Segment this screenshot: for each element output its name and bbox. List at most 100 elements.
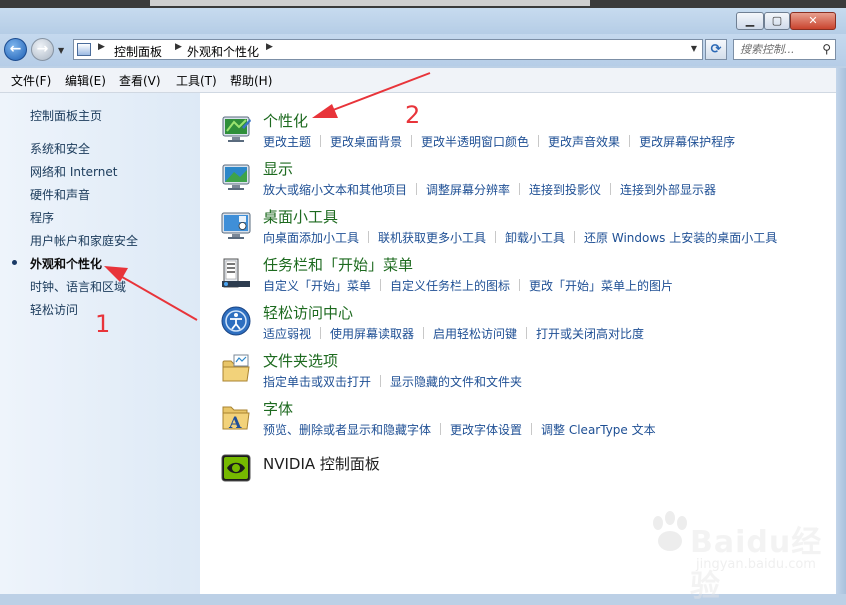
- sidebar-item-user-accounts[interactable]: 用户帐户和家庭安全: [30, 232, 138, 249]
- link-change-screensaver[interactable]: 更改屏幕保护程序: [639, 135, 735, 149]
- link-get-more-gadgets[interactable]: 联机获取更多小工具: [378, 231, 486, 245]
- link-screen-resolution[interactable]: 调整屏幕分辨率: [426, 183, 510, 197]
- link-separator: [495, 231, 497, 243]
- forward-arrow-icon: →: [36, 41, 49, 57]
- sidebar-item-network[interactable]: 网络和 Internet: [30, 163, 117, 180]
- nvidia-icon[interactable]: [220, 452, 252, 484]
- ease-of-access-links: 适应弱视 使用屏幕读取器 启用轻松访问键 打开或关闭高对比度: [263, 325, 644, 342]
- link-change-theme[interactable]: 更改主题: [263, 135, 311, 149]
- category-title-personalization[interactable]: 个性化: [263, 110, 308, 131]
- link-connect-projector[interactable]: 连接到投影仪: [529, 183, 601, 197]
- link-zoom-text[interactable]: 放大或缩小文本和其他项目: [263, 183, 407, 197]
- link-single-double-click[interactable]: 指定单击或双击打开: [263, 375, 371, 389]
- link-high-contrast[interactable]: 打开或关闭高对比度: [536, 327, 644, 341]
- link-separator: [610, 183, 612, 195]
- link-separator: [538, 135, 540, 147]
- link-font-settings[interactable]: 更改字体设置: [450, 423, 522, 437]
- category-fonts: A 字体 预览、删除或者显示和隐藏字体 更改字体设置 调整 ClearType 文本: [200, 398, 836, 444]
- link-separator: [440, 423, 442, 435]
- link-screen-reader[interactable]: 使用屏幕读取器: [330, 327, 414, 341]
- category-title-fonts[interactable]: 字体: [263, 398, 293, 419]
- link-change-window-color[interactable]: 更改半透明窗口颜色: [421, 135, 529, 149]
- category-nvidia: NVIDIA 控制面板: [200, 449, 836, 495]
- link-cleartype[interactable]: 调整 ClearType 文本: [541, 423, 656, 437]
- sidebar: 控制面板主页 系统和安全 网络和 Internet 硬件和声音 程序 用户帐户和…: [0, 93, 200, 594]
- breadcrumb-chevron-icon[interactable]: ▶: [175, 42, 182, 52]
- link-separator: [416, 183, 418, 195]
- link-uninstall-gadget[interactable]: 卸载小工具: [505, 231, 565, 245]
- breadcrumb-control-panel[interactable]: 控制面板: [114, 43, 162, 60]
- category-title-nvidia[interactable]: NVIDIA 控制面板: [263, 453, 380, 474]
- watermark-url: jingyan.baidu.com: [696, 557, 816, 572]
- breadcrumb-chevron-icon[interactable]: ▶: [98, 42, 105, 52]
- personalization-links: 更改主题 更改桌面背景 更改半透明窗口颜色 更改声音效果 更改屏幕保护程序: [263, 133, 735, 150]
- sidebar-item-programs[interactable]: 程序: [30, 209, 54, 226]
- category-title-display[interactable]: 显示: [263, 158, 293, 179]
- link-change-start-picture[interactable]: 更改「开始」菜单上的图片: [529, 279, 673, 293]
- gadgets-icon[interactable]: [220, 209, 252, 241]
- category-title-ease-of-access[interactable]: 轻松访问中心: [263, 302, 353, 323]
- back-button[interactable]: ←: [4, 38, 27, 61]
- title-bar: ▁ ▢ ✕: [0, 8, 846, 34]
- link-separator: [320, 135, 322, 147]
- search-input[interactable]: [738, 42, 820, 57]
- menu-view[interactable]: 查看(V): [119, 72, 161, 89]
- link-separator: [531, 423, 533, 435]
- link-change-background[interactable]: 更改桌面背景: [330, 135, 402, 149]
- fonts-icon[interactable]: A: [220, 401, 252, 433]
- link-separator: [423, 327, 425, 339]
- link-separator: [574, 231, 576, 243]
- breadcrumb-appearance[interactable]: 外观和个性化: [187, 43, 259, 60]
- menu-file[interactable]: 文件(F): [11, 72, 51, 89]
- background-window-edge: [150, 0, 590, 6]
- minimize-button[interactable]: ▁: [736, 12, 764, 30]
- category-title-taskbar[interactable]: 任务栏和「开始」菜单: [263, 254, 413, 275]
- taskbar-icon[interactable]: [220, 257, 252, 289]
- link-customize-taskbar-icons[interactable]: 自定义任务栏上的图标: [390, 279, 510, 293]
- link-separator: [320, 327, 322, 339]
- recent-pages-dropdown-icon[interactable]: ▼: [58, 46, 64, 55]
- display-icon[interactable]: [220, 161, 252, 193]
- link-low-vision[interactable]: 适应弱视: [263, 327, 311, 341]
- navigation-bar: ← → ▼ ▶ 控制面板 ▶ 外观和个性化 ▶ ▼ ⟳ ⚲: [0, 34, 846, 66]
- refresh-button[interactable]: ⟳: [705, 39, 727, 60]
- link-add-gadgets[interactable]: 向桌面添加小工具: [263, 231, 359, 245]
- link-separator: [519, 183, 521, 195]
- link-separator: [411, 135, 413, 147]
- sidebar-item-ease-of-access[interactable]: 轻松访问: [30, 301, 78, 318]
- fonts-links: 预览、删除或者显示和隐藏字体 更改字体设置 调整 ClearType 文本: [263, 421, 656, 438]
- breadcrumb-chevron-icon[interactable]: ▶: [266, 42, 273, 52]
- sidebar-home-link[interactable]: 控制面板主页: [30, 107, 102, 124]
- link-customize-start-menu[interactable]: 自定义「开始」菜单: [263, 279, 371, 293]
- link-restore-gadgets[interactable]: 还原 Windows 上安装的桌面小工具: [584, 231, 777, 245]
- close-button[interactable]: ✕: [790, 12, 836, 30]
- link-show-hidden-files[interactable]: 显示隐藏的文件和文件夹: [390, 375, 522, 389]
- address-bar[interactable]: ▶ 控制面板 ▶ 外观和个性化 ▶ ▼: [73, 39, 703, 60]
- baidu-watermark: Baidu经验 jingyan.baidu.com: [650, 505, 840, 604]
- ease-of-access-icon[interactable]: [220, 305, 252, 337]
- svg-text:A: A: [228, 413, 242, 432]
- forward-button[interactable]: →: [31, 38, 54, 61]
- maximize-button[interactable]: ▢: [764, 12, 790, 30]
- search-icon[interactable]: ⚲: [822, 42, 831, 56]
- link-change-sounds[interactable]: 更改声音效果: [548, 135, 620, 149]
- personalization-icon[interactable]: [220, 113, 252, 145]
- category-title-folder-options[interactable]: 文件夹选项: [263, 350, 338, 371]
- link-access-keys[interactable]: 启用轻松访问键: [433, 327, 517, 341]
- sidebar-item-clock-language[interactable]: 时钟、语言和区域: [30, 278, 126, 295]
- category-title-gadgets[interactable]: 桌面小工具: [263, 206, 338, 227]
- link-external-display[interactable]: 连接到外部显示器: [620, 183, 716, 197]
- sidebar-item-appearance[interactable]: 外观和个性化: [30, 255, 102, 272]
- menu-tools[interactable]: 工具(T): [176, 72, 217, 89]
- menu-edit[interactable]: 编辑(E): [65, 72, 106, 89]
- link-preview-fonts[interactable]: 预览、删除或者显示和隐藏字体: [263, 423, 431, 437]
- search-box[interactable]: ⚲: [733, 39, 836, 60]
- link-separator: [519, 279, 521, 291]
- taskbar-links: 自定义「开始」菜单 自定义任务栏上的图标 更改「开始」菜单上的图片: [263, 277, 673, 294]
- folder-options-icon[interactable]: [220, 353, 252, 385]
- address-dropdown-icon[interactable]: ▼: [691, 44, 697, 53]
- sidebar-item-system-security[interactable]: 系统和安全: [30, 140, 90, 157]
- gadgets-links: 向桌面添加小工具 联机获取更多小工具 卸载小工具 还原 Windows 上安装的桌面小…: [263, 229, 777, 246]
- sidebar-item-hardware-sound[interactable]: 硬件和声音: [30, 186, 90, 203]
- menu-help[interactable]: 帮助(H): [230, 72, 272, 89]
